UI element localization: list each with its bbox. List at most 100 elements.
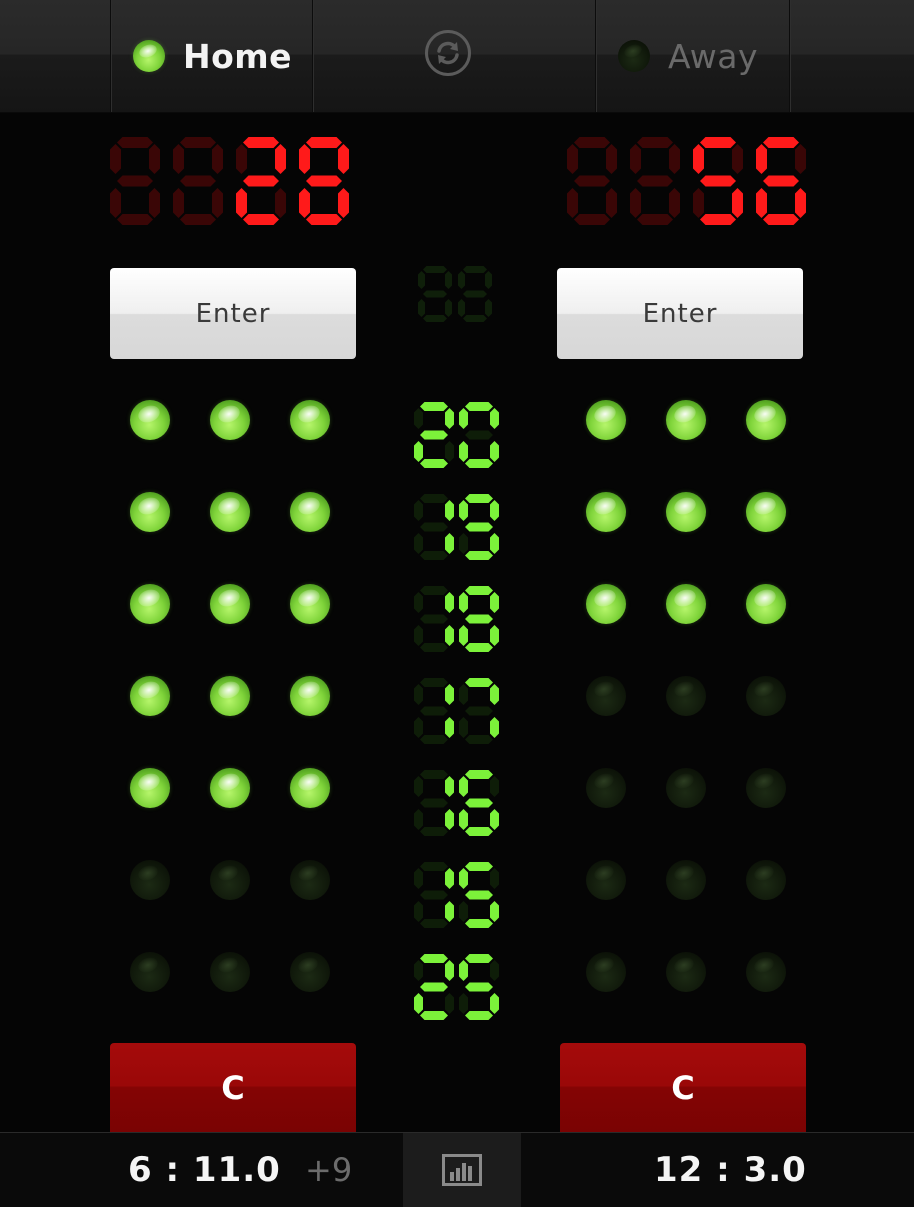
segment-c	[445, 809, 454, 830]
home-mark-led-icon[interactable]	[130, 952, 170, 992]
segment-b	[212, 144, 223, 174]
away-mark-led-icon[interactable]	[586, 860, 626, 900]
segment-g	[420, 890, 448, 900]
segment-e	[236, 188, 247, 218]
away-mark-led-icon[interactable]	[586, 676, 626, 716]
segment-d	[180, 214, 216, 225]
away-mark-led-icon[interactable]	[666, 492, 706, 532]
score-digit	[567, 137, 617, 225]
away-team-label: Away	[668, 36, 758, 76]
segment-f	[414, 592, 423, 613]
segment-f	[459, 960, 468, 981]
segment-e	[299, 188, 310, 218]
stats-button[interactable]	[403, 1133, 521, 1207]
away-mark-led-icon[interactable]	[586, 400, 626, 440]
home-mark-led-icon[interactable]	[210, 492, 250, 532]
away-mark-led-icon[interactable]	[586, 952, 626, 992]
home-mark-led-icon[interactable]	[130, 492, 170, 532]
segment-a	[420, 678, 448, 687]
target-digit	[459, 494, 499, 560]
target-digit	[414, 586, 454, 652]
segment-c	[149, 188, 160, 218]
segment-a	[465, 954, 493, 963]
home-mark-led-icon[interactable]	[290, 676, 330, 716]
away-team-button[interactable]: Away	[618, 0, 783, 112]
refresh-icon[interactable]	[425, 30, 471, 76]
segment-d	[420, 919, 448, 928]
away-mark-led-icon[interactable]	[666, 860, 706, 900]
home-mark-led-icon[interactable]	[210, 952, 250, 992]
home-team-button[interactable]: Home	[133, 0, 303, 112]
target-digit	[414, 402, 454, 468]
away-mark-led-icon[interactable]	[666, 584, 706, 624]
home-mark-led-icon[interactable]	[210, 860, 250, 900]
score-digit	[458, 266, 492, 322]
away-clock: 12 : 3.0	[654, 1150, 807, 1190]
home-mark-led-icon[interactable]	[130, 860, 170, 900]
away-mark-led-icon[interactable]	[586, 768, 626, 808]
away-mark-led-icon[interactable]	[666, 676, 706, 716]
segment-f	[567, 144, 578, 174]
away-mark-led-icon[interactable]	[666, 400, 706, 440]
segment-c	[445, 441, 454, 462]
away-mark-led-icon[interactable]	[586, 584, 626, 624]
home-mark-led-icon[interactable]	[290, 768, 330, 808]
home-mark-led-icon[interactable]	[290, 400, 330, 440]
home-mark-led-icon[interactable]	[210, 768, 250, 808]
segment-g	[763, 175, 799, 187]
away-inactive-led-icon	[618, 40, 650, 72]
segment-b	[445, 500, 454, 521]
home-clear-button[interactable]: C	[110, 1043, 356, 1132]
home-bonus: +9	[305, 1151, 353, 1189]
home-mark-led-icon[interactable]	[290, 860, 330, 900]
target-digit	[459, 954, 499, 1020]
away-mark-led-icon[interactable]	[746, 676, 786, 716]
segment-a	[700, 137, 736, 148]
segment-g	[465, 798, 493, 808]
score-digit	[236, 137, 286, 225]
away-mark-led-icon[interactable]	[746, 400, 786, 440]
away-mark-led-icon[interactable]	[746, 492, 786, 532]
segment-b	[490, 868, 499, 889]
segment-a	[574, 137, 610, 148]
segment-b	[485, 271, 492, 289]
home-mark-led-icon[interactable]	[210, 584, 250, 624]
separator	[110, 0, 111, 112]
segment-f	[414, 776, 423, 797]
away-mark-led-icon[interactable]	[746, 952, 786, 992]
segment-e	[414, 809, 423, 830]
home-mark-led-icon[interactable]	[210, 400, 250, 440]
away-mark-led-icon[interactable]	[746, 860, 786, 900]
segment-e	[458, 299, 465, 317]
away-mark-led-icon[interactable]	[666, 768, 706, 808]
home-enter-button[interactable]: Enter	[110, 268, 356, 359]
home-mark-led-icon[interactable]	[290, 492, 330, 532]
away-clear-button[interactable]: C	[560, 1043, 806, 1132]
segment-c	[795, 188, 806, 218]
away-mark-led-icon[interactable]	[586, 492, 626, 532]
segment-d	[465, 919, 493, 928]
home-mark-led-icon[interactable]	[130, 400, 170, 440]
away-mark-led-icon[interactable]	[746, 584, 786, 624]
home-mark-led-icon[interactable]	[210, 676, 250, 716]
segment-b	[490, 592, 499, 613]
bar-chart-icon	[442, 1154, 482, 1186]
target-digit	[459, 402, 499, 468]
home-mark-led-icon[interactable]	[130, 768, 170, 808]
target-digit	[459, 770, 499, 836]
home-mark-led-icon[interactable]	[130, 676, 170, 716]
segment-d	[637, 214, 673, 225]
home-mark-led-icon[interactable]	[290, 584, 330, 624]
segment-c	[212, 188, 223, 218]
away-mark-led-icon[interactable]	[666, 952, 706, 992]
segment-d	[763, 214, 799, 225]
away-enter-button[interactable]: Enter	[557, 268, 803, 359]
segment-b	[338, 144, 349, 174]
home-mark-led-icon[interactable]	[290, 952, 330, 992]
segment-a	[637, 137, 673, 148]
segment-f	[693, 144, 704, 174]
home-mark-led-icon[interactable]	[130, 584, 170, 624]
segment-f	[458, 271, 465, 289]
segment-d	[420, 551, 448, 560]
away-mark-led-icon[interactable]	[746, 768, 786, 808]
